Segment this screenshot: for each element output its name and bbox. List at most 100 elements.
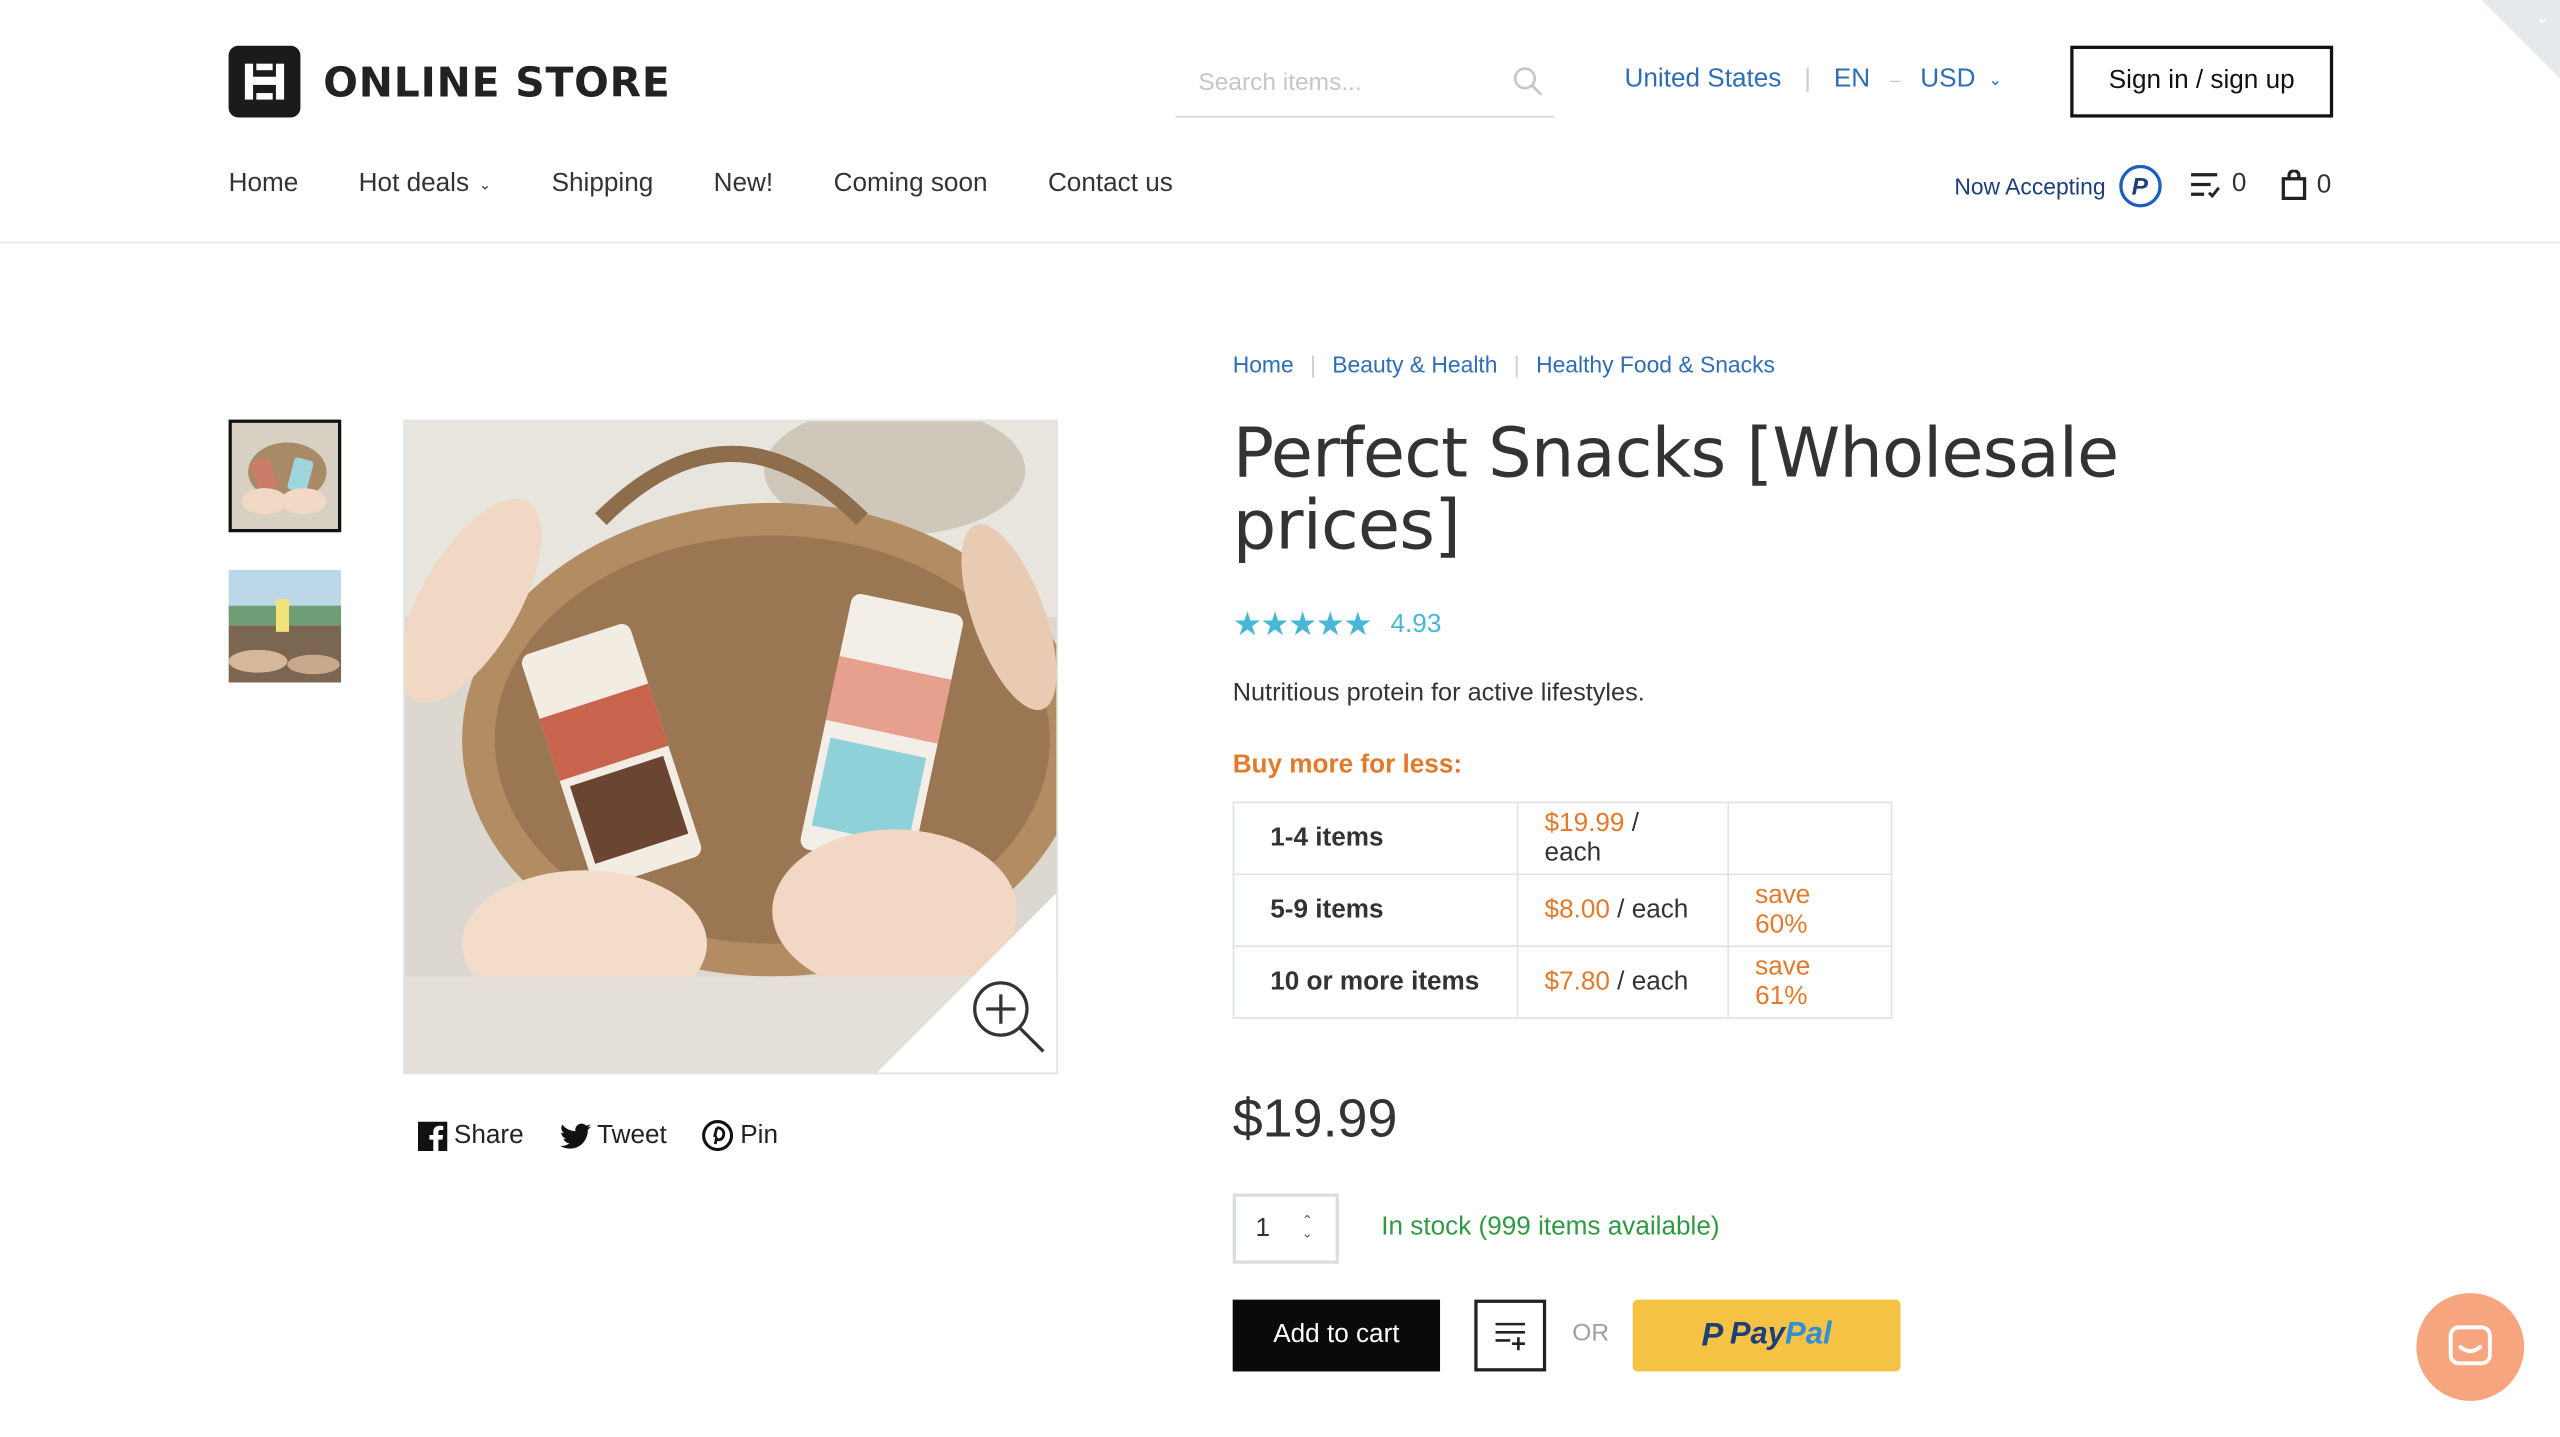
share-pinterest-button[interactable]: Pin — [702, 1120, 779, 1152]
search-icon[interactable] — [1512, 65, 1545, 106]
share-label: Share — [453, 1120, 524, 1149]
tier-quantity: 1-4 items — [1232, 801, 1519, 876]
buy-more-heading: Buy more for less: — [1232, 751, 1463, 779]
tier-savings: save 61% — [1727, 945, 1893, 1019]
divider: – — [1889, 68, 1901, 92]
product-rating[interactable]: ★★★★★ 4.93 — [1233, 604, 1442, 645]
paypal-logo-icon: P — [1701, 1316, 1724, 1353]
store-logo[interactable]: ONLINE STORE — [228, 45, 671, 118]
nav-item-coming-soon[interactable]: Coming soon — [834, 170, 988, 199]
now-accepting-label: Now Accepting — [1954, 173, 2106, 200]
wishlist-link[interactable]: 0 — [2189, 170, 2246, 199]
chevron-down-icon[interactable]: ⌄ — [1989, 71, 2003, 89]
paypal-icon: P — [2118, 164, 2162, 208]
breadcrumb: Home | Beauty & Health | Healthy Food & … — [1233, 351, 1775, 377]
chevron-down-icon: ⌄ — [478, 175, 492, 192]
chat-launcher-button[interactable] — [2416, 1293, 2525, 1401]
tier-price: $19.99 / each — [1516, 801, 1730, 876]
facebook-icon — [417, 1120, 448, 1151]
nav-item-hot-deals[interactable]: Hot deals ⌄ — [359, 170, 491, 199]
product-thumbnail[interactable] — [228, 569, 342, 683]
search-input[interactable] — [1175, 55, 1486, 108]
nav-label: New! — [713, 169, 774, 198]
product-tagline: Nutritious protein for active lifestyles… — [1232, 679, 1645, 707]
paypal-pal: Pal — [1785, 1317, 1832, 1352]
stepper-arrows-icon[interactable]: ⌃ ⌄ — [1302, 1214, 1313, 1241]
breadcrumb-separator: | — [1513, 351, 1520, 378]
product-thumbnail[interactable] — [228, 419, 342, 533]
nav-label: Hot deals — [358, 169, 470, 198]
locale-selector: United States | EN – USD ⌄ — [1625, 65, 2003, 94]
tier-price-amount: $19.99 — [1544, 809, 1625, 837]
cart-count: 0 — [2316, 170, 2332, 199]
now-accepting-paypal: Now Accepting P — [1954, 164, 2162, 208]
divider: | — [1804, 65, 1812, 94]
chevron-down-icon: ⌄ — [2535, 8, 2551, 28]
nav-item-home[interactable]: Home — [229, 170, 299, 199]
shopping-bag-icon — [2281, 169, 2307, 201]
tier-savings: save 60% — [1727, 873, 1893, 947]
product-price: $19.99 — [1232, 1087, 1398, 1148]
signin-button[interactable]: Sign in / sign up — [2070, 45, 2334, 118]
tier-price-unit: / each — [1609, 967, 1689, 996]
tier-savings — [1727, 801, 1893, 876]
main-nav: Home Hot deals ⌄ Shipping New! Coming soo… — [229, 170, 1234, 199]
product-title: Perfect Snacks [Wholesale prices] — [1232, 413, 2120, 565]
tier-price-amount: $7.80 — [1544, 967, 1610, 996]
share-facebook-button[interactable]: Share — [417, 1120, 524, 1151]
tier-quantity: 5-9 items — [1232, 873, 1519, 947]
nav-item-new[interactable]: New! — [714, 170, 774, 199]
nav-label: Coming soon — [833, 169, 988, 198]
country-selector[interactable]: United States — [1625, 65, 1782, 94]
nav-item-contact-us[interactable]: Contact us — [1048, 170, 1173, 199]
pinterest-icon — [702, 1120, 734, 1152]
nav-label: Home — [228, 169, 299, 198]
quantity-stepper[interactable]: 1 ⌃ ⌄ — [1232, 1193, 1339, 1264]
quantity-value: 1 — [1255, 1213, 1271, 1242]
paypal-pay: Pay — [1729, 1317, 1786, 1352]
tier-price-unit: / each — [1609, 895, 1689, 924]
add-to-list-icon — [1495, 1322, 1525, 1351]
nav-label: Shipping — [551, 169, 654, 198]
add-to-wishlist-button[interactable] — [1474, 1299, 1547, 1372]
header-divider — [0, 241, 2560, 244]
tier-price: $8.00 / each — [1516, 873, 1730, 947]
table-row: 10 or more items $7.80 / each save 61% — [1232, 945, 1893, 1019]
paypal-checkout-button[interactable]: P PayPal — [1632, 1299, 1901, 1372]
tier-price-amount: $8.00 — [1544, 895, 1610, 924]
wishlist-count: 0 — [2231, 169, 2247, 198]
nav-label: Contact us — [1047, 169, 1173, 198]
table-row: 5-9 items $8.00 / each save 60% — [1232, 873, 1893, 947]
tier-price: $7.80 / each — [1516, 945, 1730, 1019]
tier-quantity: 10 or more items — [1232, 945, 1519, 1019]
nav-item-shipping[interactable]: Shipping — [552, 170, 654, 199]
table-row: 1-4 items $19.99 / each — [1232, 801, 1893, 876]
stock-status: In stock (999 items available) — [1381, 1213, 1720, 1241]
breadcrumb-healthy-food[interactable]: Healthy Food & Snacks — [1536, 351, 1775, 377]
paypal-wordmark: PayPal — [1730, 1318, 1832, 1354]
add-to-cart-button[interactable]: Add to cart — [1232, 1299, 1441, 1372]
chat-icon — [2448, 1325, 2492, 1366]
rating-value: 4.93 — [1390, 609, 1442, 638]
currency-selector[interactable]: USD — [1920, 65, 1975, 94]
language-selector[interactable]: EN — [1834, 65, 1870, 94]
breadcrumb-separator: | — [1310, 351, 1316, 378]
quantity-pricing-table: 1-4 items $19.99 / each 5-9 items $8.00 … — [1232, 801, 1893, 1019]
breadcrumb-beauty-health[interactable]: Beauty & Health — [1332, 351, 1497, 377]
tweet-label: Tweet — [597, 1120, 667, 1149]
twitter-icon — [559, 1122, 591, 1148]
share-twitter-button[interactable]: Tweet — [559, 1120, 667, 1151]
pin-label: Pin — [740, 1120, 779, 1149]
star-rating-icon: ★★★★★ — [1232, 607, 1373, 644]
or-separator: OR — [1572, 1319, 1610, 1347]
logo-mark-icon — [228, 45, 301, 118]
brand-name: ONLINE STORE — [323, 57, 671, 106]
wishlist-icon — [2191, 173, 2220, 199]
corner-fold[interactable]: ⌄ — [2481, 0, 2560, 79]
cart-link[interactable]: 0 — [2281, 169, 2332, 201]
product-main-image[interactable] — [403, 419, 1058, 1075]
search-bar — [1175, 55, 1555, 118]
breadcrumb-home[interactable]: Home — [1233, 351, 1294, 377]
zoom-in-icon[interactable] — [968, 976, 1053, 1069]
share-links: Share Tweet Pin — [417, 1120, 779, 1152]
